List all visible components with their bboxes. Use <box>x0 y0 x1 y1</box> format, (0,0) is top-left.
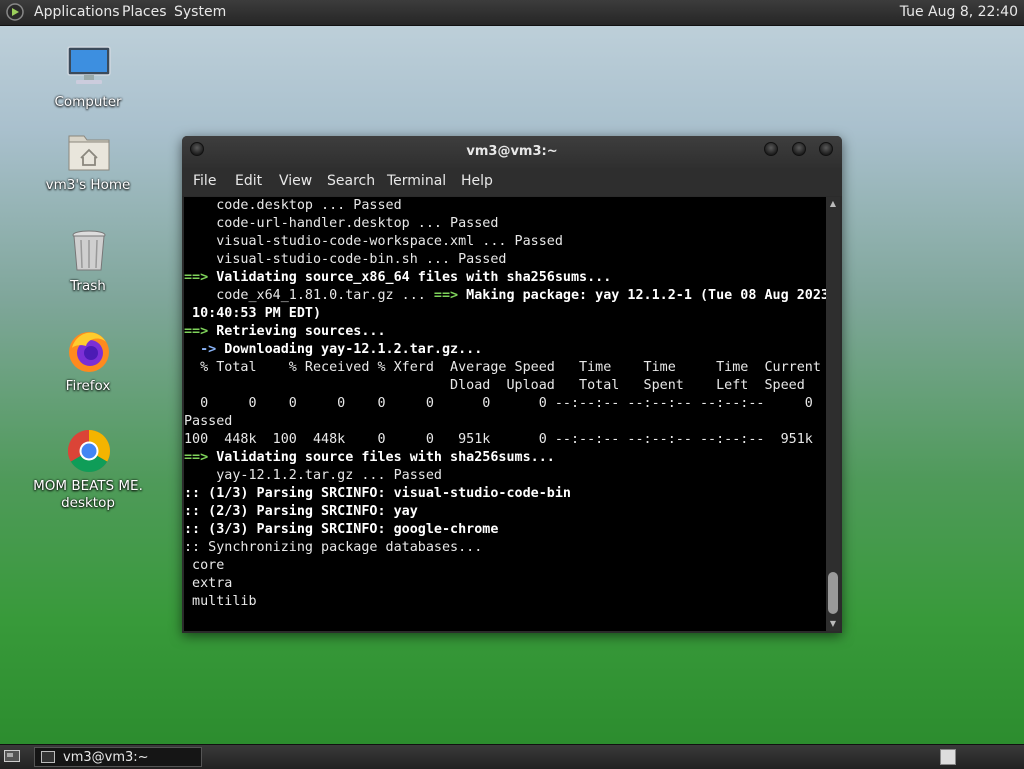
terminal-line: :: (3/3) Parsing SRCINFO: google-chrome <box>184 522 499 537</box>
terminal-line: 10:40:53 PM EDT) <box>184 306 322 321</box>
scroll-up-icon[interactable]: ▲ <box>828 200 838 208</box>
workspace-switcher-icon[interactable] <box>940 749 956 765</box>
scroll-down-icon[interactable]: ▼ <box>828 620 838 628</box>
menu-view[interactable]: View <box>279 173 312 189</box>
desktop-icon-trash[interactable]: Trash <box>33 228 143 298</box>
bottom-panel: vm3@vm3:~ <box>0 744 1024 769</box>
terminal-line: Dload Upload Total Spent Left Speed <box>184 378 805 393</box>
terminal-line: :: (1/3) Parsing SRCINFO: visual-studio-… <box>184 486 571 501</box>
distro-logo-icon[interactable] <box>6 3 24 21</box>
window-menubar: File Edit View Search Terminal Help <box>182 168 842 196</box>
desktop-icon-label: vm3's Home <box>45 177 131 193</box>
menu-help[interactable]: Help <box>461 173 493 189</box>
terminal-line: % Total % Received % Xferd Average Speed… <box>184 360 821 375</box>
terminal-icon <box>41 751 55 763</box>
top-panel: Applications Places System Tue Aug 8, 22… <box>0 0 1024 26</box>
desktop-icon-computer[interactable]: Computer <box>33 44 143 114</box>
menu-system[interactable]: System <box>174 0 226 25</box>
terminal-line: visual-studio-code-bin.sh ... Passed <box>184 252 507 267</box>
terminal-line: ==> Validating source files with sha256s… <box>184 450 555 465</box>
taskbar-item-terminal[interactable]: vm3@vm3:~ <box>34 747 202 767</box>
menu-places[interactable]: Places <box>122 0 167 25</box>
desktop-icon-label-line2: desktop <box>61 495 115 511</box>
desktop-icon-home[interactable]: vm3's Home <box>33 128 143 198</box>
close-icon[interactable] <box>819 142 833 156</box>
computer-icon <box>67 46 111 84</box>
terminal-line: multilib <box>184 594 257 609</box>
menu-terminal[interactable]: Terminal <box>387 173 446 189</box>
desktop-icon-label: MOM BEATS ME. <box>33 478 143 494</box>
desktop-icon-firefox[interactable]: Firefox <box>33 328 143 398</box>
terminal-line: ==> Retrieving sources... <box>184 324 386 339</box>
window-title: vm3@vm3:~ <box>466 144 558 159</box>
terminal-line: code.desktop ... Passed <box>184 198 402 213</box>
terminal-line: ==> Validating source_x86_64 files with … <box>184 270 612 285</box>
menu-edit[interactable]: Edit <box>235 173 262 189</box>
terminal-window: vm3@vm3:~ File Edit View Search Terminal… <box>182 136 842 633</box>
desktop-icon-chrome-desktop[interactable]: MOM BEATS ME. desktop <box>33 428 143 518</box>
terminal-output[interactable]: code.desktop ... Passed code-url-handler… <box>184 197 826 631</box>
terminal-line: Passed <box>184 414 233 429</box>
desktop-icon-label: Computer <box>54 94 122 110</box>
terminal-line: code_x64_1.81.0.tar.gz ... ==> Making pa… <box>184 288 826 303</box>
minimize-icon[interactable] <box>764 142 778 156</box>
menu-search[interactable]: Search <box>327 173 375 189</box>
terminal-line: 100 448k 100 448k 0 0 951k 0 --:--:-- --… <box>184 432 813 447</box>
show-desktop-icon[interactable] <box>4 750 20 764</box>
terminal-line: yay-12.1.2.tar.gz ... Passed <box>184 468 442 483</box>
terminal-line: visual-studio-code-workspace.xml ... Pas… <box>184 234 563 249</box>
menu-file[interactable]: File <box>193 173 216 189</box>
terminal-line: :: Synchronizing package databases... <box>184 540 483 555</box>
chrome-icon <box>67 430 111 473</box>
terminal-line: core <box>184 558 225 573</box>
menu-applications[interactable]: Applications <box>34 0 120 25</box>
maximize-icon[interactable] <box>792 142 806 156</box>
home-folder-icon <box>68 135 110 171</box>
terminal-scrollbar[interactable]: ▲ ▼ <box>826 197 840 631</box>
terminal-line: code-url-handler.desktop ... Passed <box>184 216 499 231</box>
desktop-icon-label: Trash <box>70 278 106 294</box>
desktop-icon-label: Firefox <box>65 378 111 394</box>
terminal-line: :: (2/3) Parsing SRCINFO: yay <box>184 504 418 519</box>
taskbar-item-label: vm3@vm3:~ <box>63 750 149 765</box>
terminal-line: -> Downloading yay-12.1.2.tar.gz... <box>200 342 483 357</box>
window-titlebar[interactable]: vm3@vm3:~ <box>182 136 842 168</box>
trash-icon <box>72 230 106 271</box>
terminal-line: extra <box>184 576 233 591</box>
clock[interactable]: Tue Aug 8, 22:40 <box>900 0 1018 25</box>
scrollbar-thumb[interactable] <box>828 572 838 614</box>
firefox-icon <box>69 332 109 372</box>
terminal-line: 0 0 0 0 0 0 0 0 --:--:-- --:--:-- --:--:… <box>184 396 813 411</box>
